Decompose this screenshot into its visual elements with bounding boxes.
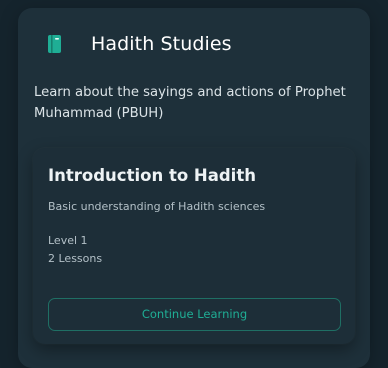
course-subtitle: Basic understanding of Hadith sciences — [48, 200, 266, 213]
topic-header: Hadith Studies — [47, 33, 232, 55]
topic-title: Hadith Studies — [91, 33, 232, 55]
course-card: Introduction to Hadith Basic understandi… — [33, 148, 355, 344]
course-lessons-count: 2 Lessons — [48, 252, 103, 265]
topic-card: Hadith Studies Learn about the sayings a… — [18, 8, 370, 368]
continue-learning-button[interactable]: Continue Learning — [48, 298, 341, 331]
course-level: Level 1 — [48, 234, 88, 247]
course-title: Introduction to Hadith — [48, 166, 256, 185]
book-icon — [47, 34, 63, 54]
topic-description: Learn about the sayings and actions of P… — [34, 85, 346, 121]
